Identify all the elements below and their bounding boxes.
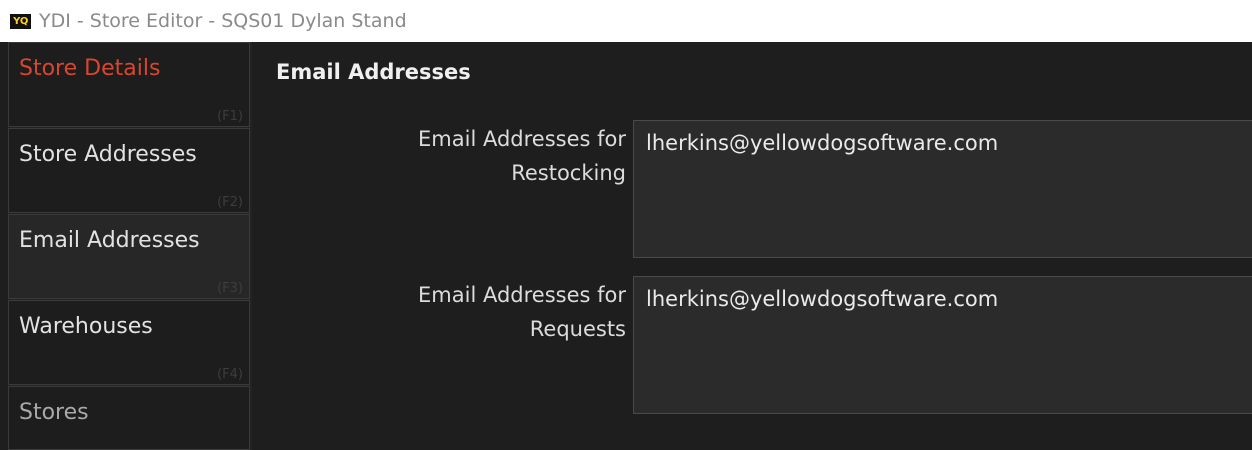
main-content: Email Addresses Email Addresses for Rest… [252,42,1252,450]
label-line: Requests [529,317,626,341]
sidebar-item-email-addresses[interactable]: Email Addresses (F3) [8,214,250,299]
restocking-email-label: Email Addresses for Restocking [326,122,626,190]
section-title: Email Addresses [276,60,471,84]
sidebar-item-label: Store Addresses [19,142,197,167]
sidebar: Store Details (F1) Store Addresses (F2) … [8,42,252,450]
app-logo-icon: YQ [10,13,31,29]
shortcut-hint: (F4) [217,367,243,382]
requests-email-label: Email Addresses for Requests [326,278,626,346]
shortcut-hint: (F1) [217,109,243,124]
title-bar: YQ YDI - Store Editor - SQS01 Dylan Stan… [0,0,1252,42]
sidebar-item-label: Warehouses [19,314,153,339]
sidebar-item-label: Email Addresses [19,228,200,253]
sidebar-item-store-addresses[interactable]: Store Addresses (F2) [8,128,250,213]
requests-email-field[interactable]: lherkins@yellowdogsoftware.com [633,276,1252,414]
sidebar-item-label: Stores [19,400,89,425]
label-line: Email Addresses for [418,127,626,151]
label-line: Email Addresses for [418,283,626,307]
restocking-email-field[interactable]: lherkins@yellowdogsoftware.com [633,120,1252,258]
label-line: Restocking [511,161,626,185]
sidebar-item-stores[interactable]: Stores [8,386,250,450]
window-title: YDI - Store Editor - SQS01 Dylan Stand [39,10,407,32]
sidebar-item-label: Store Details [19,56,161,81]
shortcut-hint: (F3) [217,281,243,296]
shortcut-hint: (F2) [217,195,243,210]
store-editor-window: Store Details (F1) Store Addresses (F2) … [0,42,1252,450]
sidebar-item-warehouses[interactable]: Warehouses (F4) [8,300,250,385]
sidebar-item-store-details[interactable]: Store Details (F1) [8,42,250,127]
